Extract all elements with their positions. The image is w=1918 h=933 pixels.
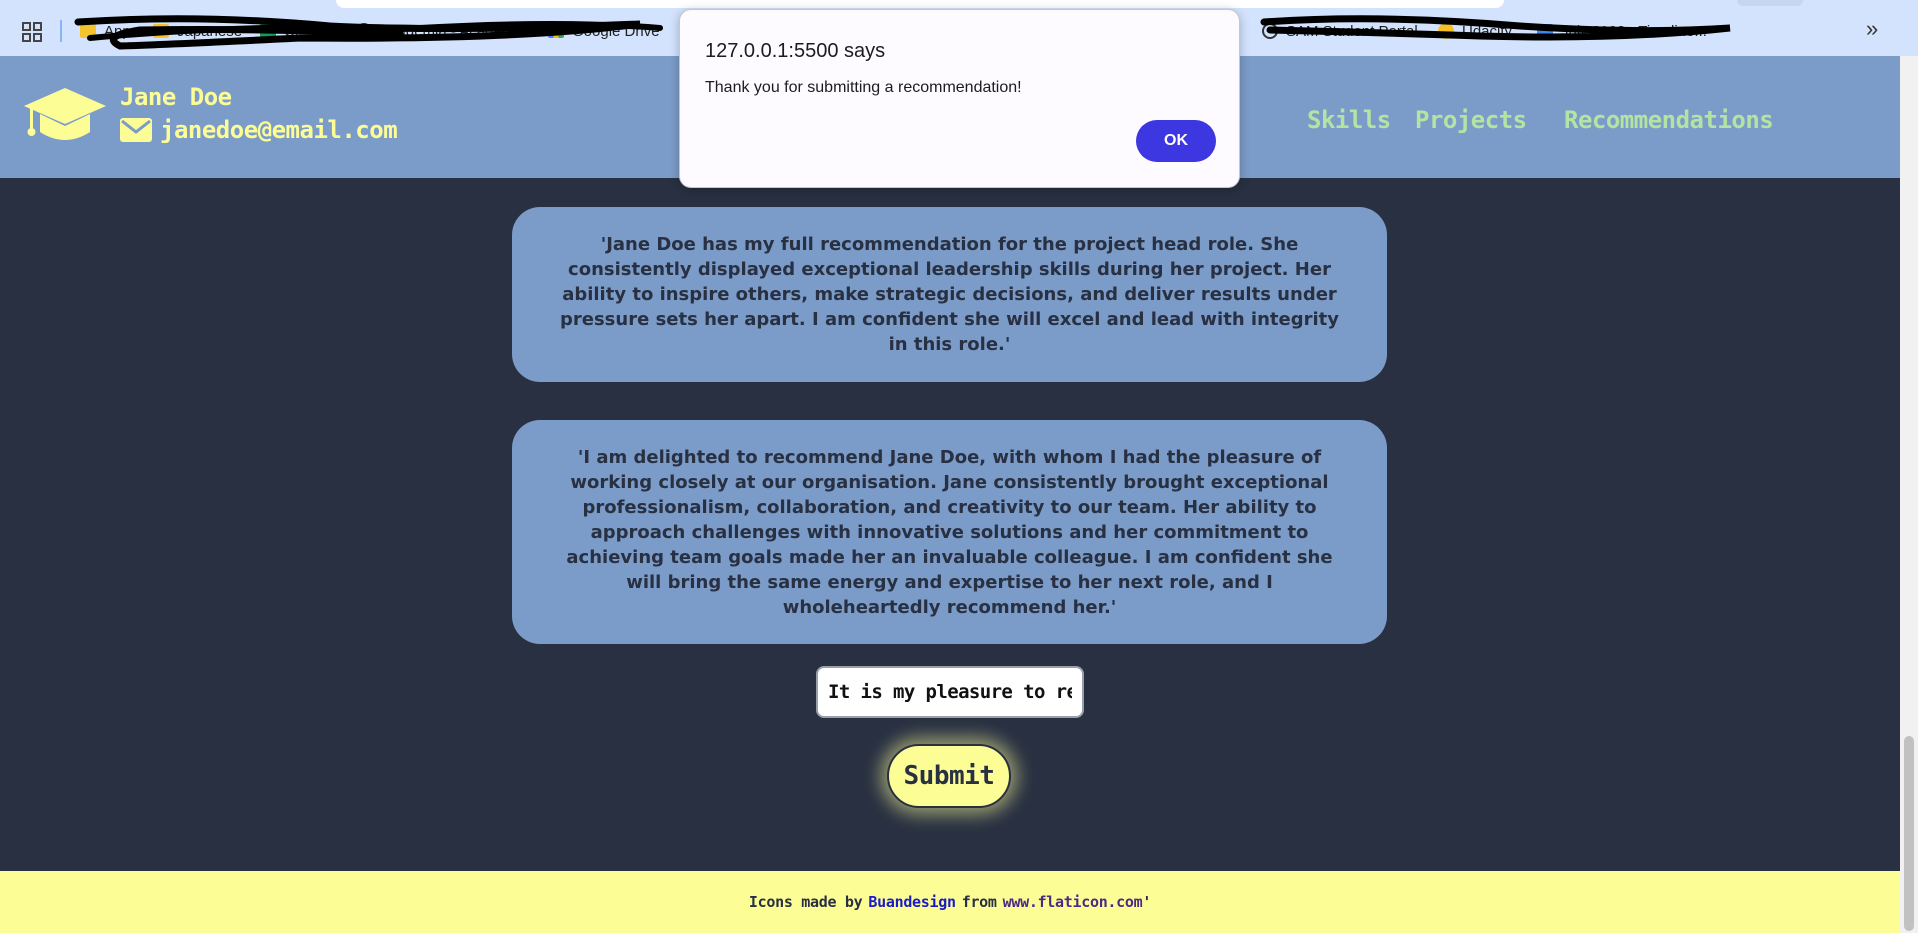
footer-suffix: ' [1142,893,1152,911]
bookmark-label: Cl... [284,22,311,40]
bookmark-japanese[interactable]: Japanese [153,20,242,42]
graduation-cap-icon [24,88,106,140]
drive-icon [548,24,564,38]
nav-recommendations[interactable]: Recommendations [1564,106,1774,134]
footer-site-link[interactable]: www.flaticon.com [1003,893,1143,911]
bookmark-google-drive[interactable]: Google Drive [548,20,660,42]
globe-icon [356,23,372,39]
bookmark-label: Google Drive [572,22,660,40]
bookmark-udacity[interactable]: Udacity [1438,20,1512,42]
site-footer: Icons made by Buandesign from www.flatic… [0,871,1900,933]
profile-button-edge [1737,0,1803,6]
folder-icon [80,24,96,38]
footer-prefix: Icons made by [748,893,863,911]
bookmark-academia[interactable]: Academia - Academi... [356,20,530,42]
apps-grid-icon[interactable] [22,22,42,42]
more-bookmarks-button[interactable]: » [1866,16,1878,42]
recommendation-card: 'I am delighted to recommend Jane Doe, w… [512,420,1387,644]
recommendation-card: 'Jane Doe has my full recommendation for… [512,207,1387,382]
alert-title: 127.0.0.1:5500 says [705,40,886,62]
bookmarks-separator [60,20,62,42]
brand-email: janedoe@email.com [120,116,398,144]
email-text: janedoe@email.com [160,116,398,144]
udacity-icon [1438,23,1454,39]
portal-icon [1262,23,1278,39]
bookmark-student-portal[interactable]: SAM Student Portal [1262,20,1418,42]
bookmark-apps[interactable]: Apps [80,20,138,42]
alert-dialog: 127.0.0.1:5500 says Thank you for submit… [679,9,1240,188]
submit-button[interactable]: Submit [887,744,1011,808]
nav-skills[interactable]: Skills [1307,106,1391,134]
brand-name: Jane Doe [120,83,232,111]
bookmark-sheet[interactable]: Cl... [260,20,311,42]
recommendation-text: 'Jane Doe has my full recommendation for… [560,234,1339,355]
bookmark-timeline[interactable]: July 2023 - Timeline... [1537,20,1707,42]
calendar-icon [1537,24,1553,38]
page-scrollbar[interactable] [1900,56,1918,933]
sheet-icon [260,24,276,38]
scrollbar-thumb[interactable] [1904,736,1914,931]
bookmark-label: Udacity [1462,22,1513,40]
nav-projects[interactable]: Projects [1415,106,1527,134]
bookmark-label: Academia - Academi... [380,22,531,40]
alert-ok-button[interactable]: OK [1136,120,1216,162]
alert-message: Thank you for submitting a recommendatio… [705,79,1022,96]
footer-author-link[interactable]: Buandesign [868,893,956,911]
folder-icon [153,24,169,38]
footer-middle: from [961,893,997,911]
omnibox-edge [336,0,1504,8]
bookmark-label: SAM Student Portal [1286,22,1418,40]
bookmark-label: Apps [104,22,139,40]
bookmark-label: July 2023 - Timeline... [1561,22,1707,40]
recommendation-text: 'I am delighted to recommend Jane Doe, w… [566,446,1333,618]
envelope-icon [120,118,152,142]
recommendation-input[interactable] [816,666,1084,718]
bookmark-label: Japanese [177,22,243,40]
